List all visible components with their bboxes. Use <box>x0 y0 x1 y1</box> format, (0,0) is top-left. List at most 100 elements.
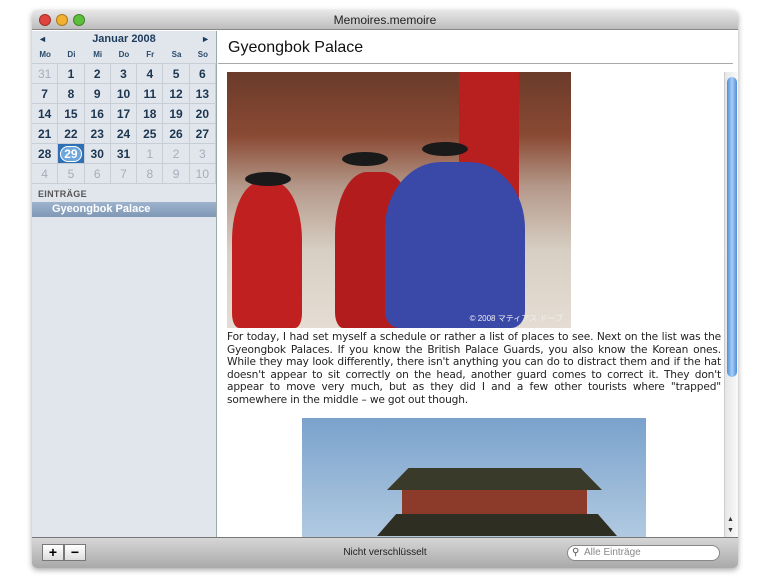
calendar-day[interactable]: 14 <box>32 104 59 124</box>
calendar-day[interactable]: 28 <box>32 144 59 164</box>
calendar-day[interactable]: 31 <box>32 64 59 84</box>
calendar-day[interactable]: 19 <box>163 104 190 124</box>
zoom-button[interactable] <box>73 14 85 26</box>
day-number: 30 <box>90 147 104 161</box>
vertical-scrollbar[interactable]: ▲ ▼ <box>724 72 738 537</box>
entry-item[interactable]: Gyeongbok Palace <box>32 202 216 217</box>
calendar-day[interactable]: 7 <box>110 164 138 184</box>
day-number: 10 <box>116 87 131 101</box>
day-number: 3 <box>120 67 127 81</box>
palace-photo <box>302 418 646 537</box>
calendar-day[interactable]: 8 <box>58 84 85 104</box>
calendar-day[interactable]: 6 <box>84 164 111 184</box>
title-bar: Memoires.memoire <box>32 10 738 30</box>
search-placeholder: Alle Einträge <box>584 547 641 558</box>
day-number: 6 <box>199 67 206 81</box>
calendar-day[interactable]: 18 <box>137 104 164 124</box>
close-button[interactable] <box>39 14 51 26</box>
day-number: 2 <box>93 67 101 81</box>
day-number: 1 <box>146 147 154 161</box>
day-number: 12 <box>169 87 183 101</box>
next-month-button[interactable]: ► <box>201 34 210 44</box>
calendar-day[interactable]: 17 <box>110 104 138 124</box>
day-number: 7 <box>41 87 48 101</box>
calendar-day[interactable]: 5 <box>163 64 190 84</box>
prev-month-button[interactable]: ◄ <box>38 34 47 44</box>
calendar-day[interactable]: 4 <box>137 64 164 84</box>
day-number: 20 <box>195 107 210 121</box>
search-field[interactable]: ⚲ Alle Einträge <box>567 545 720 561</box>
calendar-day[interactable]: 16 <box>84 104 111 124</box>
app-window: Memoires.memoire ◄ Januar 2008 ► Mo Di Mi D… <box>32 10 738 568</box>
calendar-day[interactable]: 2 <box>163 144 190 164</box>
calendar-day[interactable]: 10 <box>189 164 216 184</box>
calendar-day[interactable]: 5 <box>58 164 85 184</box>
minimize-button[interactable] <box>56 14 68 26</box>
day-number: 7 <box>120 167 127 181</box>
calendar-day[interactable]: 21 <box>32 124 59 144</box>
calendar-day[interactable]: 15 <box>58 104 85 124</box>
calendar-day[interactable]: 12 <box>163 84 190 104</box>
day-number: 5 <box>172 67 180 81</box>
calendar-day[interactable]: 31 <box>110 144 138 164</box>
month-label: Januar 2008 <box>92 33 156 45</box>
scroll-thumb[interactable] <box>727 77 737 377</box>
calendar-day[interactable]: 4 <box>32 164 59 184</box>
calendar-day[interactable]: 1 <box>137 144 164 164</box>
day-number: 22 <box>64 127 78 141</box>
calendar-day[interactable]: 13 <box>189 84 216 104</box>
entries-header: EINTRÄGE <box>38 189 87 199</box>
calendar-day[interactable]: 6 <box>189 64 216 84</box>
weekday-label: Di <box>67 50 76 59</box>
calendar-day[interactable]: 27 <box>189 124 216 144</box>
scroll-down-arrow-icon[interactable]: ▼ <box>727 527 734 534</box>
calendar-grid: 31 1 2 3 4 5 6 7 8 9 10 11 12 13 14 15 16 17 18 19 20 21 22 23 2… <box>32 63 216 184</box>
scroll-up-arrow-icon[interactable]: ▲ <box>727 516 734 523</box>
calendar-day[interactable]: 7 <box>32 84 59 104</box>
entry-view: Gyeongbok Palace © 2008 マティアス ドーブ For to… <box>218 31 738 537</box>
calendar-day[interactable]: 23 <box>84 124 111 144</box>
weekday-label: Fr <box>146 50 155 59</box>
weekday-label: Mi <box>93 50 103 59</box>
calendar-day[interactable]: 26 <box>163 124 190 144</box>
calendar-day[interactable]: 11 <box>137 84 164 104</box>
day-number: 19 <box>169 107 183 121</box>
day-number: 9 <box>93 87 101 101</box>
weekday-label: Mo <box>39 50 51 59</box>
calendar-day[interactable]: 10 <box>110 84 138 104</box>
calendar-day[interactable]: 20 <box>189 104 216 124</box>
day-number: 1 <box>67 67 75 81</box>
day-number: 14 <box>37 107 52 121</box>
weekday-row: Mo Di Mi Do Fr Sa So <box>32 47 216 63</box>
calendar-day[interactable]: 30 <box>84 144 111 164</box>
calendar-day[interactable]: 9 <box>163 164 190 184</box>
day-number: 13 <box>195 87 210 101</box>
day-number: 21 <box>37 127 52 141</box>
sidebar: ◄ Januar 2008 ► Mo Di Mi Do Fr Sa So 31 1 2 3 4 5 6 7… <box>32 31 217 537</box>
calendar-day[interactable]: 8 <box>137 164 164 184</box>
calendar-day[interactable]: 3 <box>189 144 216 164</box>
day-number: 23 <box>90 127 104 141</box>
entry-body[interactable]: For today, I had set myself a schedule o… <box>227 331 721 407</box>
entry-title[interactable]: Gyeongbok Palace <box>218 31 733 64</box>
day-number: 2 <box>172 147 180 161</box>
bottom-bar: + − Nicht verschlüsselt ⚲ Alle Einträge <box>32 537 738 568</box>
calendar-day[interactable]: 2 <box>84 64 111 84</box>
day-number: 4 <box>41 167 48 181</box>
calendar-day[interactable]: 24 <box>110 124 138 144</box>
calendar-day[interactable]: 3 <box>110 64 138 84</box>
day-number: 15 <box>64 107 78 121</box>
photo-credit: © 2008 マティアス ドーブ <box>469 314 563 323</box>
calendar-day[interactable]: 29 <box>58 144 85 164</box>
search-icon: ⚲ <box>572 547 580 558</box>
calendar-day[interactable]: 22 <box>58 124 85 144</box>
calendar-day[interactable]: 9 <box>84 84 111 104</box>
calendar-day[interactable]: 25 <box>137 124 164 144</box>
weekday-label: Sa <box>171 50 182 59</box>
day-number: 8 <box>146 167 154 181</box>
day-number: 9 <box>172 167 180 181</box>
window-title: Memoires.memoire <box>333 13 437 27</box>
calendar-day[interactable]: 1 <box>58 64 85 84</box>
weekday-label: Do <box>118 50 130 59</box>
day-number: 26 <box>169 127 183 141</box>
